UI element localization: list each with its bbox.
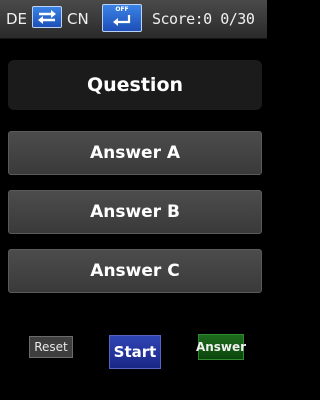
question-box: Question xyxy=(8,60,262,110)
target-language-label: CN xyxy=(67,10,89,28)
answer-c-button[interactable]: Answer C xyxy=(8,249,262,293)
reset-button[interactable]: Reset xyxy=(29,336,73,358)
show-answer-button[interactable]: Answer xyxy=(196,334,246,360)
answer-b-button[interactable]: Answer B xyxy=(8,190,262,234)
swap-arrows-icon xyxy=(38,10,56,24)
top-bar: DE CN OFF Score:0 0/30 xyxy=(0,0,267,39)
swap-languages-button[interactable] xyxy=(32,6,62,28)
return-arrow-icon xyxy=(113,15,131,26)
answer-a-button[interactable]: Answer A xyxy=(8,131,262,175)
sound-toggle-button[interactable]: OFF xyxy=(102,4,142,32)
score-display: Score:0 0/30 xyxy=(152,10,255,28)
start-button[interactable]: Start xyxy=(109,335,161,369)
source-language-label: DE xyxy=(6,10,28,28)
